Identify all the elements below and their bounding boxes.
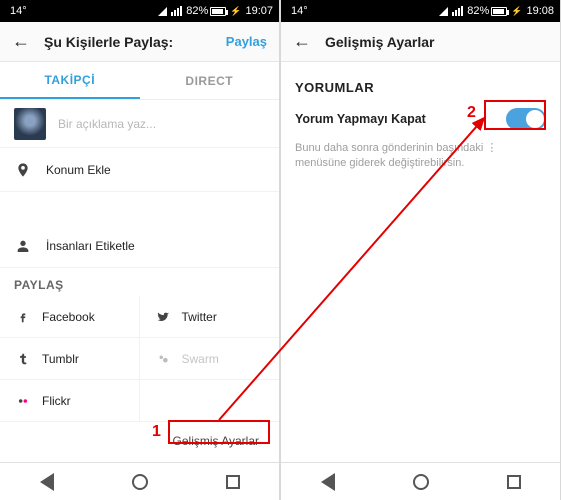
flickr-icon [14,392,32,410]
tumblr-icon [14,350,32,368]
share-flickr[interactable]: Flickr [0,380,140,422]
tag-people-row[interactable]: İnsanları Etiketle [0,224,279,268]
battery-text: 82% [467,5,489,17]
comments-section-header: YORUMLAR [281,62,560,99]
tab-followers[interactable]: TAKİPÇİ [0,62,140,99]
nav-recent-button[interactable] [503,471,525,493]
status-bar: 14° 82% ⚡ 19:08 [281,0,560,22]
share-swarm[interactable]: Swarm [140,338,280,380]
share-flickr-label: Flickr [42,394,71,408]
clock-text: 19:08 [526,5,554,17]
clock-text: 19:07 [245,5,273,17]
nav-recent-button[interactable] [222,471,244,493]
tag-people-label: İnsanları Etiketle [46,239,135,253]
add-location-label: Konum Ekle [46,163,111,177]
annotation-number-2: 2 [467,104,476,122]
share-tumblr-label: Tumblr [42,352,79,366]
page-title: Gelişmiş Ayarlar [325,34,548,50]
header: ← Şu Kişilerle Paylaş: Paylaş [0,22,279,62]
comments-hint: Bunu daha sonra gönderinin başındaki ⋮ m… [281,139,560,171]
turn-off-comments-label: Yorum Yapmayı Kapat [295,112,426,126]
turn-off-comments-row: Yorum Yapmayı Kapat [281,99,560,139]
tab-direct[interactable]: DIRECT [140,62,280,99]
battery-icon [210,7,226,16]
header: ← Gelişmiş Ayarlar [281,22,560,62]
share-facebook-label: Facebook [42,310,95,324]
phone-share-screen: 14° 82% ⚡ 19:07 ← Şu Kişilerle Paylaş: P… [0,0,279,500]
caption-row[interactable]: Bir açıklama yaz... [0,100,279,148]
annotation-number-1: 1 [152,423,161,441]
swarm-icon [154,350,172,368]
battery-icon [491,7,507,16]
share-twitter[interactable]: Twitter [140,296,280,338]
add-location-row[interactable]: Konum Ekle [0,148,279,192]
share-tumblr[interactable]: Tumblr [0,338,140,380]
twitter-icon [154,308,172,326]
status-temp: 14° [10,5,27,17]
share-empty [140,380,280,422]
share-twitter-label: Twitter [182,310,217,324]
signal-bars-icon [452,6,463,16]
share-swarm-label: Swarm [182,352,219,366]
turn-off-comments-toggle[interactable] [506,108,546,130]
status-temp: 14° [291,5,308,17]
back-icon[interactable]: ← [12,31,30,52]
phone-advanced-settings-screen: 14° 82% ⚡ 19:08 ← Gelişmiş Ayarlar YORUM… [281,0,560,500]
page-title: Şu Kişilerle Paylaş: [44,34,226,50]
tag-icon [14,237,32,255]
share-section-header: PAYLAŞ [0,268,279,296]
tabs: TAKİPÇİ DIRECT [0,62,279,100]
battery-bolt-icon: ⚡ [511,6,522,17]
share-button[interactable]: Paylaş [226,34,267,49]
facebook-icon [14,308,32,326]
nav-home-button[interactable] [129,471,151,493]
nav-back-button[interactable] [317,471,339,493]
pin-icon [14,161,32,179]
share-grid: Facebook Twitter Tumblr Swarm Flickr [0,296,279,422]
signal-tri-icon [158,7,167,16]
battery-text: 82% [186,5,208,17]
caption-placeholder: Bir açıklama yaz... [58,117,156,131]
nav-back-button[interactable] [36,471,58,493]
signal-tri-icon [439,7,448,16]
nav-bar [0,462,279,500]
back-icon[interactable]: ← [293,31,311,52]
post-thumbnail [14,108,46,140]
nav-bar [281,462,560,500]
battery-bolt-icon: ⚡ [230,6,241,17]
advanced-settings-button[interactable]: Gelişmiş Ayarlar [167,430,265,452]
signal-bars-icon [171,6,182,16]
nav-home-button[interactable] [410,471,432,493]
advanced-settings-row: Gelişmiş Ayarlar [0,422,279,460]
share-facebook[interactable]: Facebook [0,296,140,338]
status-bar: 14° 82% ⚡ 19:07 [0,0,279,22]
